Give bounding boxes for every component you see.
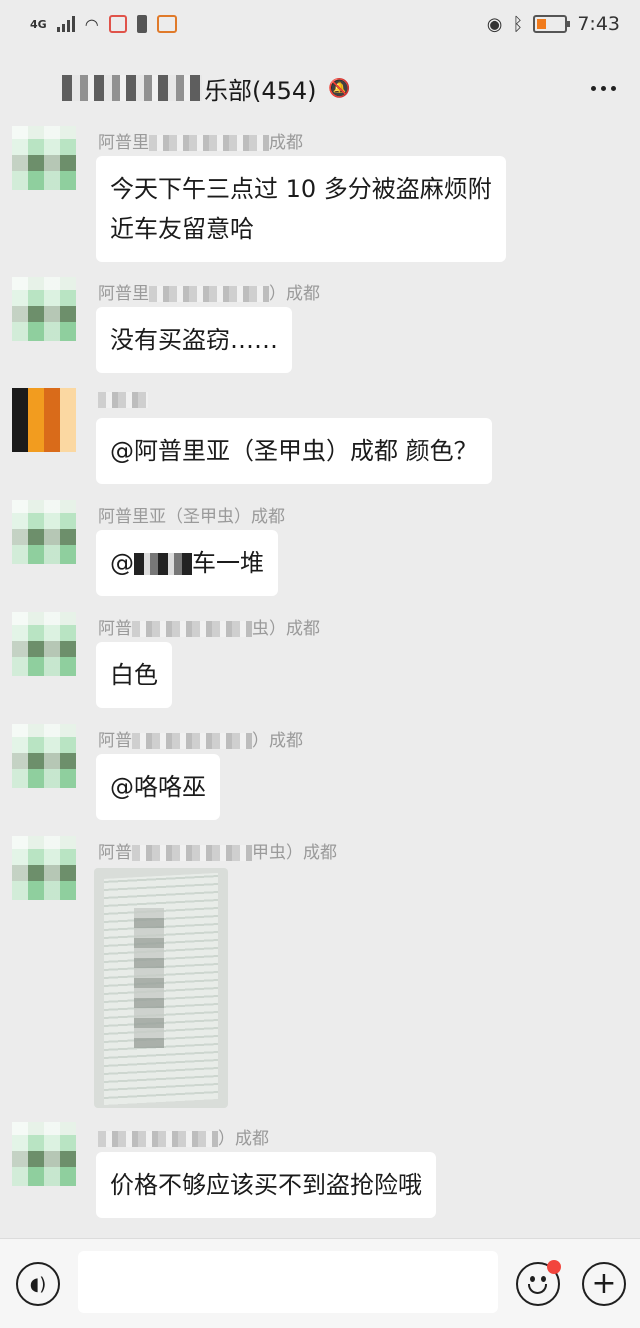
message-bubble[interactable]: @ 车一堆: [96, 530, 278, 596]
status-bar: 4G ◠ ◉ ᛒ 7:43: [0, 0, 640, 48]
avatar[interactable]: [12, 388, 76, 452]
avatar[interactable]: [12, 126, 76, 190]
mention-prefix: @: [110, 549, 134, 577]
avatar[interactable]: [12, 724, 76, 788]
bluetooth-icon: ᛒ: [512, 13, 524, 35]
message-text: 白色: [110, 661, 158, 689]
avatar[interactable]: [12, 612, 76, 676]
clock: 7:43: [577, 13, 620, 35]
message-text-line: 近车友留意哈: [110, 215, 254, 243]
notification-icon: [108, 15, 127, 33]
sender-name: 阿普 ）成都: [98, 731, 303, 751]
message-bubble[interactable]: 没有买盗窃……: [96, 307, 292, 373]
message-text: @阿普里亚（圣甲虫）成都 颜色？: [110, 437, 478, 465]
warning-icon: [136, 15, 147, 33]
message-bubble[interactable]: 今天下午三点过 10 多分被盗麻烦附 近车友留意哈: [96, 156, 506, 262]
message-text: 没有买盗窃……: [110, 326, 278, 354]
plus-icon[interactable]: +: [582, 1262, 626, 1306]
message-text: 车一堆: [192, 549, 264, 577]
redacted-area: [134, 908, 164, 1048]
redacted-mention: [134, 553, 192, 575]
sender-name: 阿普 虫）成都: [98, 619, 320, 639]
redacted-title: [62, 75, 202, 101]
message-bubble[interactable]: @咯咯巫: [96, 754, 220, 820]
sender-name: [98, 390, 148, 410]
message-input[interactable]: [78, 1251, 498, 1313]
eye-icon: ◉: [486, 13, 503, 35]
sender-name: ）成都: [98, 1124, 269, 1149]
message-text: @咯咯巫: [110, 773, 206, 801]
message-bubble[interactable]: 白色: [96, 642, 172, 708]
sender-name: 阿普里 成都: [98, 133, 303, 153]
message-bubble[interactable]: @阿普里亚（圣甲虫）成都 颜色？: [96, 418, 492, 484]
sender-name: 阿普里 ）成都: [98, 284, 320, 304]
chat-header: 乐部(454) 🔕: [0, 56, 640, 120]
wifi-icon: ◠: [84, 14, 99, 34]
message-text-line: 今天下午三点过 10 多分被盗麻烦附: [110, 175, 492, 203]
avatar[interactable]: [12, 500, 76, 564]
video-icon: [156, 15, 177, 33]
notification-badge: [547, 1260, 561, 1274]
battery-icon: [533, 15, 571, 33]
bell-off-icon: 🔕: [328, 77, 351, 99]
message-text: 价格不够应该买不到盗抢险哦: [110, 1171, 422, 1199]
avatar[interactable]: [12, 1122, 76, 1186]
more-icon[interactable]: [591, 85, 616, 91]
signal-icon: [56, 16, 75, 32]
message-bubble[interactable]: 价格不够应该买不到盗抢险哦: [96, 1152, 436, 1218]
avatar[interactable]: [12, 277, 76, 341]
chat-title: 乐部(454): [204, 76, 317, 105]
image-message[interactable]: [94, 868, 228, 1108]
voice-icon[interactable]: ◖): [16, 1262, 60, 1306]
network-type: 4G: [30, 17, 47, 31]
input-bar: ◖) +: [0, 1238, 640, 1328]
sender-name: 阿普里亚（圣甲虫）成都: [98, 507, 285, 527]
sender-name: 阿普 甲虫）成都: [98, 843, 337, 863]
avatar[interactable]: [12, 836, 76, 900]
